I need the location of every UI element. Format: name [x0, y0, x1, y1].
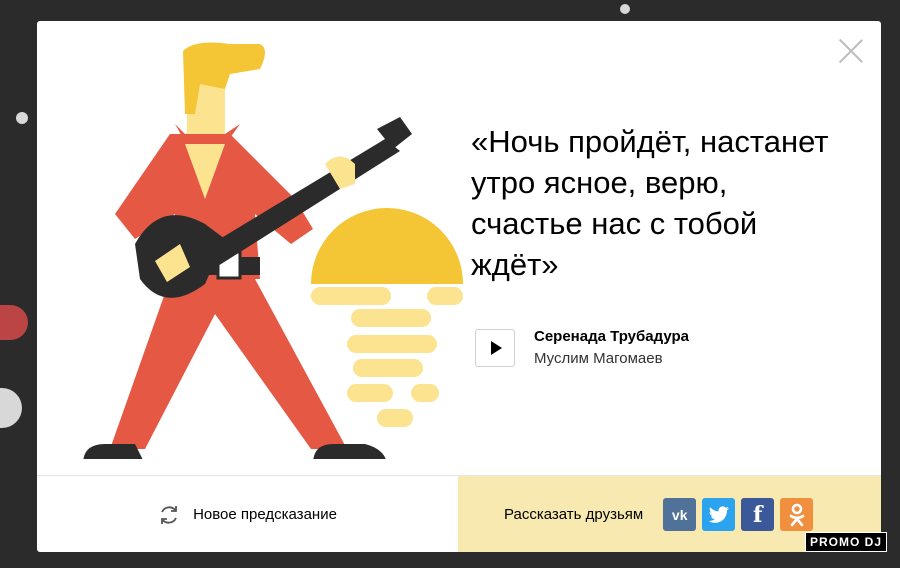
- modal-footer: Новое предсказание Рассказать друзьям vk…: [37, 475, 881, 552]
- vk-share-button[interactable]: vk: [663, 498, 697, 531]
- twitter-share-button[interactable]: [702, 498, 736, 531]
- odnoklassniki-share-button[interactable]: [780, 498, 814, 531]
- quote-line: ждёт»: [471, 247, 559, 282]
- new-prediction-button[interactable]: Новое предсказание: [37, 476, 457, 552]
- quote-line: «Ночь пройдёт, настанет: [471, 124, 829, 159]
- twitter-icon: [708, 505, 729, 523]
- vk-icon: vk: [671, 506, 688, 523]
- odnoklassniki-icon: [789, 503, 805, 526]
- background-dot: [620, 4, 630, 14]
- quote-line: утро ясное, верю,: [471, 165, 728, 200]
- facebook-share-button[interactable]: f: [741, 498, 775, 531]
- track-title: Серенада Трубадура: [534, 328, 689, 345]
- quote-line: счастье нас с тобой: [471, 206, 758, 241]
- rock-singer-illustration: [83, 42, 463, 459]
- background-dot: [16, 112, 28, 124]
- refresh-icon: [161, 505, 177, 524]
- new-prediction-label: Новое предсказание: [193, 506, 337, 523]
- background-dot: [0, 388, 22, 428]
- background-dot: [0, 305, 28, 340]
- track-info: Серенада Трубадура Муслим Магомаев: [475, 326, 689, 370]
- share-label: Рассказать друзьям: [504, 506, 644, 523]
- facebook-icon: f: [752, 501, 763, 528]
- close-icon[interactable]: [837, 37, 865, 65]
- prediction-modal: «Ночь пройдёт, настанет утро ясное, верю…: [37, 21, 881, 552]
- track-artist: Муслим Магомаев: [534, 350, 663, 367]
- prediction-quote: «Ночь пройдёт, настанет утро ясное, верю…: [471, 121, 871, 285]
- play-button[interactable]: [475, 329, 515, 367]
- watermark-logo: PROMO DJ: [804, 532, 887, 552]
- play-icon: [491, 341, 502, 355]
